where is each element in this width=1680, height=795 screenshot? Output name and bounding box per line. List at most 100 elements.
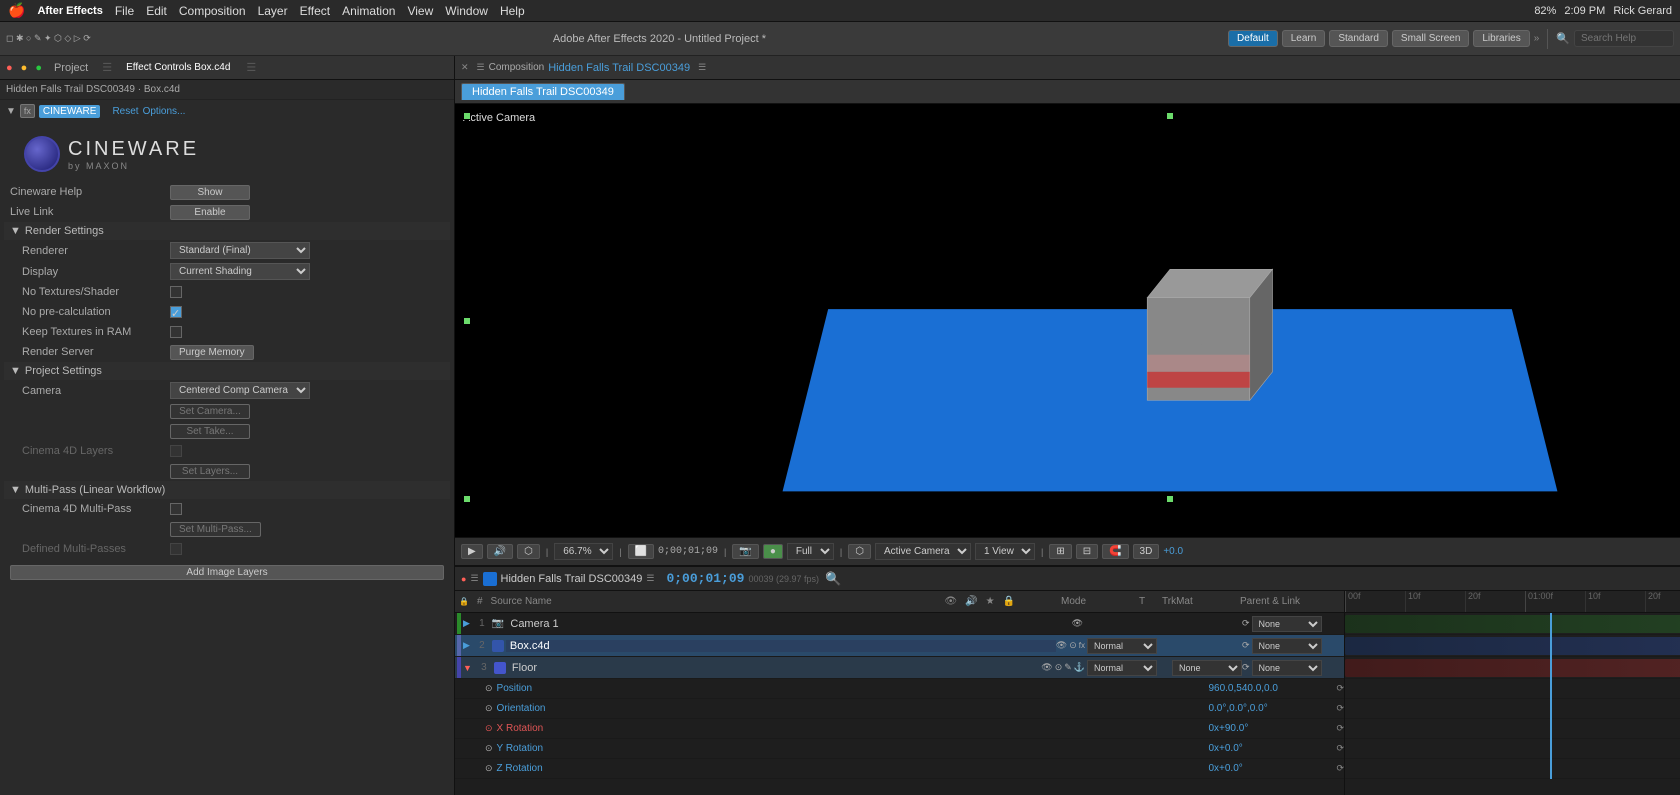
vt-camera[interactable]: 📷: [732, 544, 758, 559]
keep-textures-checkbox[interactable]: [170, 326, 182, 338]
floor-vis-icon[interactable]: 👁: [1041, 662, 1052, 673]
floor-expand[interactable]: ▼: [463, 663, 472, 673]
project-settings-section[interactable]: ▼ Project Settings: [4, 362, 450, 380]
box-mode-select[interactable]: Normal: [1087, 638, 1157, 654]
reset-link[interactable]: Reset: [112, 106, 138, 117]
vt-3d[interactable]: 3D: [1133, 544, 1160, 559]
layer-camera: ▶ 1 📷 Camera 1 👁 ⟳ None: [455, 613, 1344, 635]
no-precalc-checkbox[interactable]: ✓: [170, 306, 182, 318]
render-settings-section[interactable]: ▼ Render Settings: [4, 222, 450, 240]
box-vis-icon[interactable]: 👁: [1056, 640, 1067, 651]
tab-project[interactable]: Project: [46, 60, 96, 76]
left-panel: ● ● ● Project ☰ Effect Controls Box.c4d …: [0, 56, 455, 795]
set-camera-button[interactable]: Set Camera...: [170, 404, 250, 419]
display-select[interactable]: Current Shading: [170, 263, 310, 280]
enable-button[interactable]: Enable: [170, 205, 250, 220]
purge-memory-button[interactable]: Purge Memory: [170, 345, 254, 360]
view-select[interactable]: Active Camera: [875, 543, 971, 560]
floor-trkmat-select[interactable]: None: [1172, 660, 1242, 676]
camera-vis-icon[interactable]: 👁: [1072, 618, 1083, 629]
add-image-layers-button[interactable]: Add Image Layers: [10, 565, 444, 580]
workspace-default[interactable]: Default: [1228, 30, 1278, 47]
workspace-standard[interactable]: Standard: [1329, 30, 1388, 47]
menu-window[interactable]: Window: [445, 4, 488, 18]
box-audio-icon[interactable]: ⊙: [1069, 640, 1077, 651]
show-button[interactable]: Show: [170, 185, 250, 200]
comp-close[interactable]: ✕: [461, 62, 469, 73]
search-timeline[interactable]: 🔍: [825, 571, 841, 587]
menu-file[interactable]: File: [115, 4, 134, 18]
y-rotation-value[interactable]: 0x+0.0°: [1208, 743, 1328, 754]
effect-toggle[interactable]: ▼: [6, 106, 16, 117]
orientation-value[interactable]: 0.0°,0.0°,0.0°: [1208, 703, 1328, 714]
set-take-button[interactable]: Set Take...: [170, 424, 250, 439]
tab-effect-controls[interactable]: Effect Controls Box.c4d: [118, 60, 238, 75]
menu-edit[interactable]: Edit: [146, 4, 167, 18]
box-expand[interactable]: ▶: [463, 640, 470, 651]
floor-pencil-icon[interactable]: ✎: [1064, 662, 1072, 673]
set-layers-button[interactable]: Set Layers...: [170, 464, 250, 479]
vt-snap[interactable]: 🧲: [1102, 544, 1128, 559]
menu-layer[interactable]: Layer: [258, 4, 288, 18]
cinema4d-layers-checkbox[interactable]: [170, 445, 182, 457]
position-value[interactable]: 960.0,540.0,0.0: [1208, 683, 1328, 694]
quality-select[interactable]: Full: [787, 543, 834, 560]
menu-composition[interactable]: Composition: [179, 4, 246, 18]
x-rotation-value[interactable]: 0x+90.0°: [1208, 723, 1328, 734]
camera-expand[interactable]: ▶: [463, 618, 470, 629]
multipass-section[interactable]: ▼ Multi-Pass (Linear Workflow): [4, 481, 450, 499]
track-z-rotation: [1345, 759, 1680, 779]
camera-parent-select[interactable]: None: [1252, 616, 1322, 632]
app-name[interactable]: After Effects: [37, 5, 102, 17]
set-multipass-button[interactable]: Set Multi-Pass...: [170, 522, 261, 537]
vt-grid[interactable]: ⊞: [1049, 544, 1071, 559]
zoom-btn[interactable]: ●: [35, 62, 42, 74]
floor-audio-icon[interactable]: ⊙: [1055, 662, 1063, 673]
no-textures-checkbox[interactable]: [170, 286, 182, 298]
workspace-more[interactable]: »: [1534, 33, 1540, 44]
x-rotation-link: ⟳: [1336, 723, 1344, 734]
timeline-close[interactable]: ●: [461, 574, 466, 584]
set-take-row: Set Take...: [4, 421, 450, 441]
floor-mode-select[interactable]: Normal: [1087, 660, 1157, 676]
vt-audio[interactable]: 🔊: [487, 544, 513, 559]
menu-effect[interactable]: Effect: [300, 4, 330, 18]
renderer-select[interactable]: Standard (Final): [170, 242, 310, 259]
floor-parent-select[interactable]: None: [1252, 660, 1322, 676]
camera-select[interactable]: Centered Comp Camera: [170, 382, 310, 399]
zoom-select[interactable]: 66.7%: [554, 543, 613, 560]
minimize-btn[interactable]: ●: [21, 62, 28, 74]
menu-help[interactable]: Help: [500, 4, 525, 18]
search-input[interactable]: [1574, 30, 1674, 47]
comp-menu-icon[interactable]: ☰: [698, 62, 706, 73]
z-rotation-stopwatch: ⊙: [485, 763, 493, 774]
workspace-learn[interactable]: Learn: [1282, 30, 1326, 47]
view-count-select[interactable]: 1 View: [975, 543, 1035, 560]
vt-preview[interactable]: ⬡: [517, 544, 540, 559]
timecode-value: 0;00;01;09: [666, 571, 744, 586]
app-title: Adobe After Effects 2020 - Untitled Proj…: [95, 33, 1224, 45]
comp-tab-main[interactable]: Hidden Falls Trail DSC00349: [461, 83, 625, 100]
vt-color[interactable]: ●: [763, 544, 783, 559]
apple-menu[interactable]: 🍎: [8, 2, 25, 19]
z-rotation-value[interactable]: 0x+0.0°: [1208, 763, 1328, 774]
lh-source: Source Name: [491, 596, 937, 607]
defined-multipasses-checkbox[interactable]: [170, 543, 182, 555]
vt-play[interactable]: ▶: [461, 544, 483, 559]
comp-icon: ☰: [477, 62, 485, 73]
timeline-main: 🔒 # Source Name 👁 🔊 ★ 🔒 Mode T TrkMat Pa…: [455, 591, 1680, 795]
cinema4d-multipass-checkbox[interactable]: [170, 503, 182, 515]
box-effects-icon[interactable]: fx: [1079, 641, 1085, 650]
options-link[interactable]: Options...: [143, 106, 186, 117]
box-parent-select[interactable]: None: [1252, 638, 1322, 654]
close-btn[interactable]: ●: [6, 62, 13, 74]
vt-frame[interactable]: ⬜: [628, 544, 654, 559]
floor-parent-icon: ⟳: [1242, 662, 1250, 673]
workspace-small-screen[interactable]: Small Screen: [1392, 30, 1469, 47]
vt-guides[interactable]: ⊟: [1076, 544, 1098, 559]
menu-animation[interactable]: Animation: [342, 4, 395, 18]
workspace-libraries[interactable]: Libraries: [1473, 30, 1529, 47]
vt-region[interactable]: ⬡: [848, 544, 871, 559]
menu-view[interactable]: View: [407, 4, 433, 18]
timeline-menu[interactable]: ☰: [646, 573, 654, 584]
